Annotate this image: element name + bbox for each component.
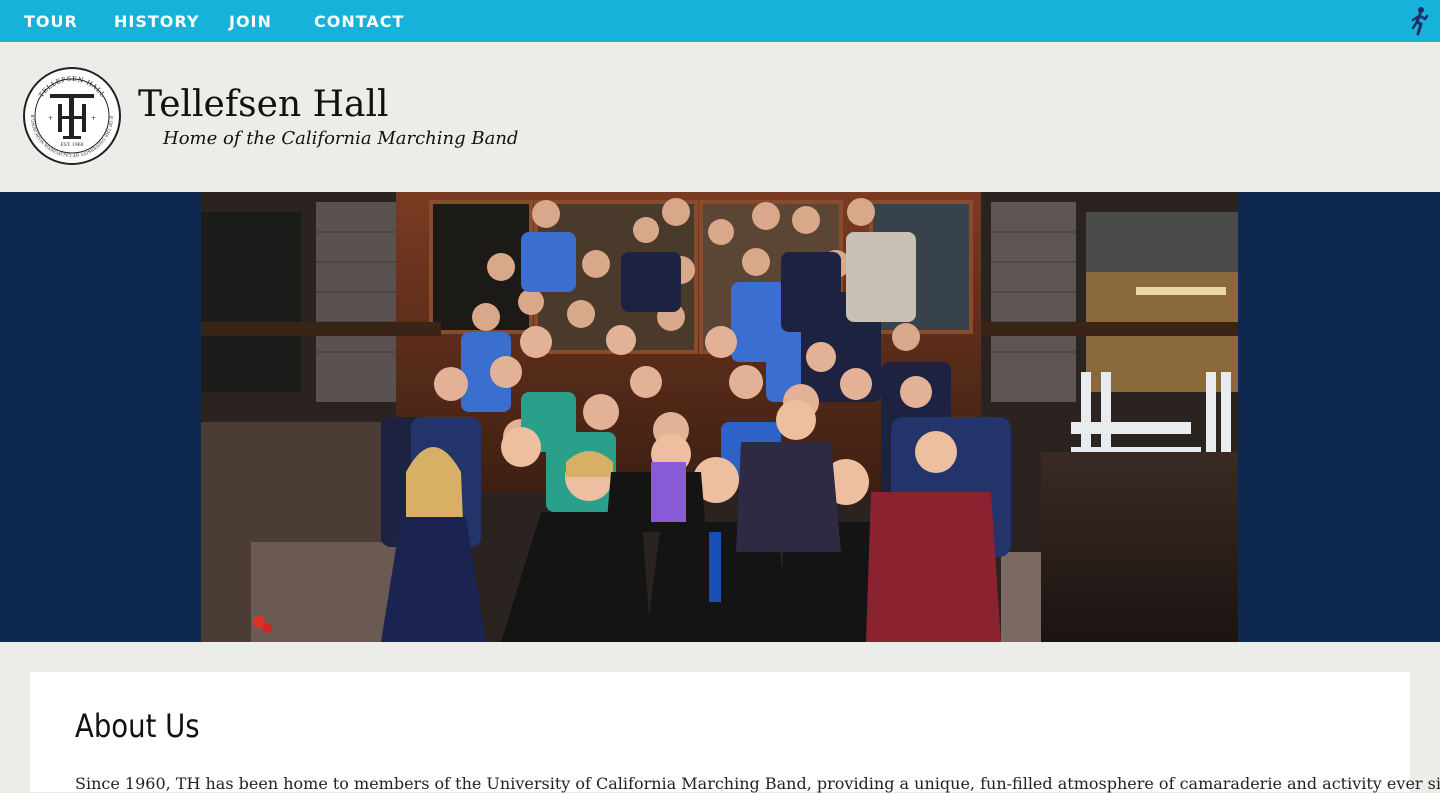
- site-subtitle: Home of the California Marching Band: [163, 128, 519, 149]
- svg-text:+: +: [48, 115, 53, 122]
- site-header: TELLEFSEN HALL HOME OF THE UNIVERSITY OF…: [0, 42, 1440, 192]
- site-title[interactable]: Tellefsen Hall: [138, 82, 388, 128]
- svg-text:+: +: [91, 115, 96, 122]
- top-nav: TOUR HISTORY JOIN CONTACT: [0, 0, 1440, 42]
- nav-item-join[interactable]: JOIN: [229, 0, 272, 42]
- about-section: About Us Since 1960, TH has been home to…: [30, 672, 1440, 793]
- nav-item-tour[interactable]: TOUR: [24, 0, 78, 42]
- nav-item-history[interactable]: HISTORY: [114, 0, 199, 42]
- nav-item-contact[interactable]: CONTACT: [314, 0, 404, 42]
- seal-logo[interactable]: TELLEFSEN HALL HOME OF THE UNIVERSITY OF…: [19, 62, 122, 166]
- runner-icon[interactable]: [1408, 6, 1430, 36]
- group-photo: [201, 192, 1238, 642]
- about-heading: About Us: [75, 707, 200, 745]
- about-body-text: Since 1960, TH has been home to members …: [75, 774, 1440, 793]
- svg-text:EST. 1960: EST. 1960: [60, 142, 83, 148]
- hero-banner: [0, 192, 1440, 642]
